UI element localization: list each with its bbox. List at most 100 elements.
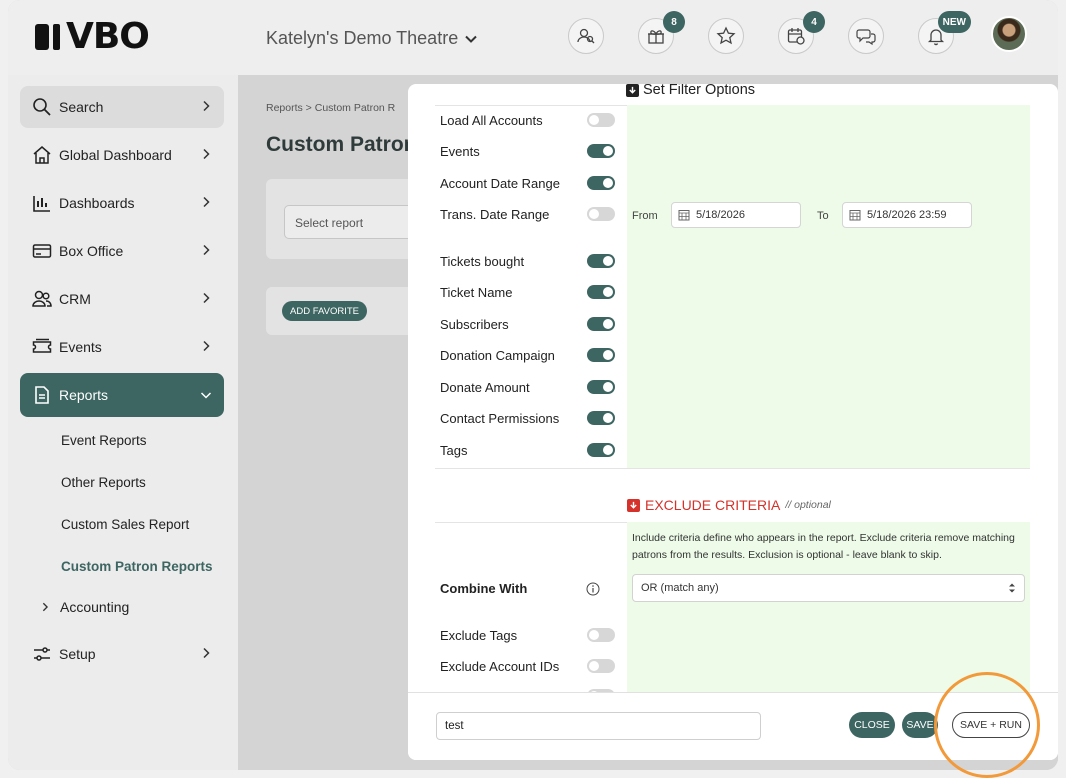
sidebar-item-reports[interactable]: Reports: [20, 373, 224, 417]
sidebar-subitem-event-reports[interactable]: Event Reports: [61, 433, 147, 448]
filter-label-tickets-bought: Tickets bought: [440, 254, 525, 269]
toggle-tickets-bought[interactable]: [587, 254, 615, 268]
toggle-trans-date-range[interactable]: [587, 207, 615, 221]
filter-label-exclude-tags: Exclude Tags: [440, 628, 518, 643]
date-from-input[interactable]: 5/18/2026: [671, 202, 801, 228]
report-name-input[interactable]: test: [436, 712, 761, 740]
filter-detail-panel: [627, 105, 1030, 468]
filter-label-ticket-name: Ticket Name: [440, 285, 513, 300]
date-to-value: 5/18/2026 23:59: [867, 209, 947, 221]
calendar-badge: 4: [803, 11, 825, 33]
sidebar-item-crm[interactable]: CRM: [20, 278, 224, 320]
filter-label-account-date-range: Account Date Range: [440, 176, 560, 191]
filter-label-tags: Tags: [440, 443, 468, 458]
calendar-icon: [678, 210, 690, 221]
sidebar-item-global-dashboard[interactable]: Global Dashboard: [20, 134, 224, 176]
sidebar: Search Global Dashboard Dashboards Box O…: [8, 75, 238, 770]
toggle-contact-permissions[interactable]: [587, 411, 615, 425]
logo-text: VBO: [66, 16, 150, 57]
sidebar-item-label: Events: [59, 339, 102, 355]
home-icon: [32, 145, 52, 165]
date-to-input[interactable]: 5/18/2026 23:59: [842, 202, 972, 228]
calendar-icon: [849, 210, 861, 221]
sidebar-item-dashboards[interactable]: Dashboards: [20, 182, 224, 224]
theatre-name: Katelyn's Demo Theatre: [266, 28, 459, 48]
select-arrows-icon: [1009, 583, 1015, 593]
chevron-right-icon: [203, 244, 210, 256]
sidebar-item-label: Search: [59, 99, 104, 115]
sidebar-item-label: Box Office: [59, 243, 124, 259]
date-to-label: To: [817, 210, 829, 222]
sidebar-subitem-other-reports[interactable]: Other Reports: [61, 475, 146, 490]
combine-with-select[interactable]: OR (match any): [632, 574, 1025, 602]
filter-label-exclude-account-ids: Exclude Account IDs: [440, 659, 560, 674]
sidebar-item-search[interactable]: Search: [20, 86, 224, 128]
document-icon: [32, 385, 52, 405]
info-icon[interactable]: [586, 582, 600, 596]
patrons-icon[interactable]: [568, 18, 604, 54]
chevron-right-icon: [203, 292, 210, 304]
breadcrumb[interactable]: Reports > Custom Patron R: [266, 102, 395, 114]
filter-label-events: Events: [440, 144, 480, 159]
chevron-right-icon: [42, 602, 49, 612]
toggle-exclude-account-ids[interactable]: [587, 659, 615, 673]
toggle-donation-campaign[interactable]: [587, 348, 615, 362]
chevron-right-icon: [203, 647, 210, 659]
filter-label-contact-permissions: Contact Permissions: [440, 411, 560, 426]
add-favorite-button[interactable]: ADD FAVORITE: [282, 301, 367, 321]
chat-icon[interactable]: [848, 18, 884, 54]
date-from-value: 5/18/2026: [696, 209, 745, 221]
gift-badge: 8: [663, 11, 685, 33]
chevron-right-icon: [203, 148, 210, 160]
bell-badge: NEW: [937, 11, 971, 33]
toggle-account-date-range[interactable]: [587, 176, 615, 190]
download-icon: [626, 84, 639, 97]
date-from-label: From: [632, 210, 658, 222]
filter-label-trans-date-range: Trans. Date Range: [440, 207, 550, 222]
credit-card-icon: [32, 241, 52, 261]
sidebar-item-events[interactable]: Events: [20, 326, 224, 368]
toggle-ticket-name[interactable]: [587, 285, 615, 299]
avatar[interactable]: [991, 16, 1027, 52]
filter-options-modal: Set Filter Options Load All Accounts Eve…: [408, 84, 1058, 760]
sidebar-item-label: Dashboards: [59, 195, 135, 211]
users-icon: [32, 289, 52, 309]
save-button[interactable]: SAVE: [902, 712, 938, 738]
chevron-right-icon: [203, 196, 210, 208]
vbo-logo[interactable]: VBO: [35, 16, 150, 57]
report-select-card: Select report: [266, 179, 434, 259]
sliders-icon: [32, 644, 52, 664]
close-button[interactable]: CLOSE: [849, 712, 895, 738]
sidebar-item-label: CRM: [59, 291, 91, 307]
toggle-events[interactable]: [587, 144, 615, 158]
sidebar-subitem-custom-sales-report[interactable]: Custom Sales Report: [61, 517, 189, 532]
toggle-donate-amount[interactable]: [587, 380, 615, 394]
divider: [435, 105, 627, 106]
chevron-right-icon: [203, 340, 210, 352]
sidebar-item-label: Global Dashboard: [59, 147, 172, 163]
sidebar-item-box-office[interactable]: Box Office: [20, 230, 224, 272]
toggle-subscribers[interactable]: [587, 317, 615, 331]
combine-with-value: OR (match any): [641, 582, 719, 594]
toggle-load-all-accounts[interactable]: [587, 113, 615, 127]
sidebar-item-label: Accounting: [60, 599, 130, 615]
calendar-icon[interactable]: 4: [778, 11, 825, 54]
sidebar-item-label: Setup: [59, 646, 96, 662]
ticket-icon: [32, 337, 52, 357]
filter-label-donate-amount: Donate Amount: [440, 380, 530, 395]
sidebar-item-setup[interactable]: Setup: [20, 633, 224, 675]
sidebar-subitem-custom-patron-reports[interactable]: Custom Patron Reports: [61, 559, 213, 574]
logo-bar: [35, 24, 49, 50]
exclude-criteria-heading: EXCLUDE CRITERIA // optional: [627, 497, 831, 513]
toggle-exclude-tags[interactable]: [587, 628, 615, 642]
gift-icon[interactable]: 8: [638, 11, 685, 54]
exclude-optional-label: // optional: [785, 499, 831, 511]
divider: [435, 468, 1030, 469]
chevron-down-icon: [200, 392, 212, 399]
sidebar-item-accounting[interactable]: Accounting: [20, 586, 224, 628]
star-icon[interactable]: [708, 18, 744, 54]
toggle-tags[interactable]: [587, 443, 615, 457]
theatre-selector[interactable]: Katelyn's Demo Theatre: [266, 28, 478, 49]
filter-label-subscribers: Subscribers: [440, 317, 509, 332]
bell-icon[interactable]: NEW: [918, 11, 971, 54]
